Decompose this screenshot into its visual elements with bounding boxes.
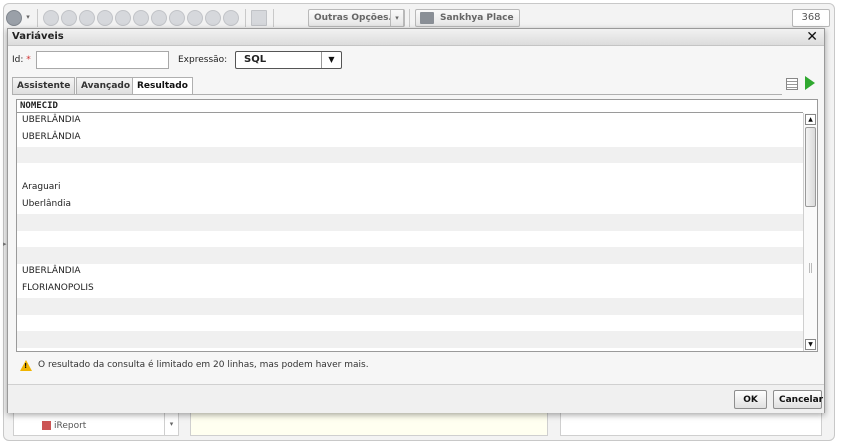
scroll-thumb[interactable] [805, 127, 816, 207]
result-grid: NOMECID UBERLÂNDIA UBERLÂNDIA Araguari U… [16, 99, 818, 352]
expressao-select[interactable]: SQL ▼ [235, 51, 342, 69]
vertical-scrollbar[interactable]: ▲ ▼ [803, 113, 817, 351]
attach-icon[interactable] [223, 10, 239, 26]
last-record-icon[interactable] [97, 10, 113, 26]
ireport-icon [42, 421, 51, 430]
table-row[interactable]: UBERLÂNDIA [17, 264, 803, 281]
table-row[interactable] [17, 213, 803, 231]
chevron-down-icon[interactable]: ▾ [23, 9, 33, 27]
dialog-title: Variáveis [12, 31, 64, 42]
dialog-title-bar: Variáveis ✕ [8, 29, 824, 46]
required-marker: * [26, 55, 31, 65]
id-label-text: Id: [12, 55, 24, 65]
table-row[interactable] [17, 231, 803, 248]
background-list [13, 412, 179, 436]
chevron-down-icon[interactable]: ▾ [164, 412, 179, 436]
table-row[interactable]: Uberlândia [17, 197, 803, 214]
toolbar-separator [37, 9, 38, 27]
toolbar-separator [273, 9, 274, 27]
toolbar-separator [245, 9, 246, 27]
variaveis-dialog: Variáveis ✕ Id: * Expressão: SQL ▼ Assis… [7, 28, 825, 413]
confirm-icon[interactable] [151, 10, 167, 26]
table-row[interactable] [17, 315, 803, 332]
background-side-panel [560, 412, 822, 436]
table-row[interactable] [17, 146, 803, 164]
table-row[interactable]: FLORIANOPOLIS [17, 281, 803, 298]
sankhya-place-label: Sankhya Place [440, 13, 514, 23]
sankhya-place-button[interactable]: Sankhya Place [415, 9, 520, 27]
column-header-nomecid[interactable]: NOMECID [17, 100, 803, 113]
cancel-icon[interactable] [169, 10, 185, 26]
id-input[interactable] [36, 51, 169, 69]
table-row[interactable]: UBERLÂNDIA [17, 130, 803, 147]
toolbar: ▾ Outras Opções... ▾ Sankhya Place 368 [6, 7, 830, 29]
sankhya-place-icon [420, 12, 434, 24]
copy-icon[interactable] [205, 10, 221, 26]
table-row[interactable] [17, 163, 803, 180]
ireport-item[interactable]: iReport [42, 421, 86, 431]
ireport-label: iReport [54, 421, 87, 431]
ok-button[interactable]: OK [734, 390, 767, 409]
first-record-icon[interactable] [43, 10, 59, 26]
table-row[interactable] [17, 247, 803, 265]
scroll-grip [809, 263, 812, 273]
dialog-footer: OK Cancelar [8, 384, 824, 413]
id-label: Id: * [12, 55, 31, 65]
previous-record-icon[interactable] [61, 10, 77, 26]
table-row[interactable]: UBERLÂNDIA [17, 113, 803, 130]
globe-icon[interactable] [6, 10, 22, 26]
next-record-icon[interactable] [79, 10, 95, 26]
add-icon[interactable] [115, 10, 131, 26]
cancel-button[interactable]: Cancelar [773, 390, 823, 409]
refresh-icon[interactable] [187, 10, 203, 26]
close-icon[interactable]: ✕ [806, 29, 818, 45]
table-row[interactable]: Araguari [17, 180, 803, 197]
expressao-label: Expressão: [178, 55, 228, 65]
export-icon[interactable] [786, 78, 798, 90]
scroll-up-icon[interactable]: ▲ [805, 114, 816, 125]
background-editor-panel [190, 412, 548, 436]
record-count: 368 [792, 9, 830, 27]
app-window: ▾ Outras Opções... ▾ Sankhya Place 368 ▾… [0, 0, 841, 447]
tab-avancado[interactable]: Avançado [76, 77, 136, 94]
grid-rows: UBERLÂNDIA UBERLÂNDIA Araguari Uberlândi… [17, 113, 803, 351]
remove-icon[interactable] [133, 10, 149, 26]
collapse-arrow-icon[interactable]: ▸ [3, 240, 7, 248]
tab-underline [12, 94, 782, 95]
fields-row: Id: * Expressão: SQL ▼ [8, 51, 824, 71]
table-row[interactable] [17, 331, 803, 349]
warning-mark: ! [24, 362, 28, 370]
table-row[interactable] [17, 297, 803, 315]
tab-assistente[interactable]: Assistente [12, 77, 76, 94]
warning-text: O resultado da consulta é limitado em 20… [38, 360, 369, 370]
chevron-down-icon[interactable]: ▼ [321, 52, 341, 68]
tab-resultado[interactable]: Resultado [132, 77, 193, 95]
run-icon[interactable] [805, 76, 815, 90]
expressao-value: SQL [244, 54, 267, 65]
grid-view-icon[interactable] [251, 10, 267, 26]
scroll-down-icon[interactable]: ▼ [805, 339, 816, 350]
outras-opcoes-dropdown[interactable]: ▾ [390, 9, 404, 27]
toolbar-separator [409, 9, 410, 27]
